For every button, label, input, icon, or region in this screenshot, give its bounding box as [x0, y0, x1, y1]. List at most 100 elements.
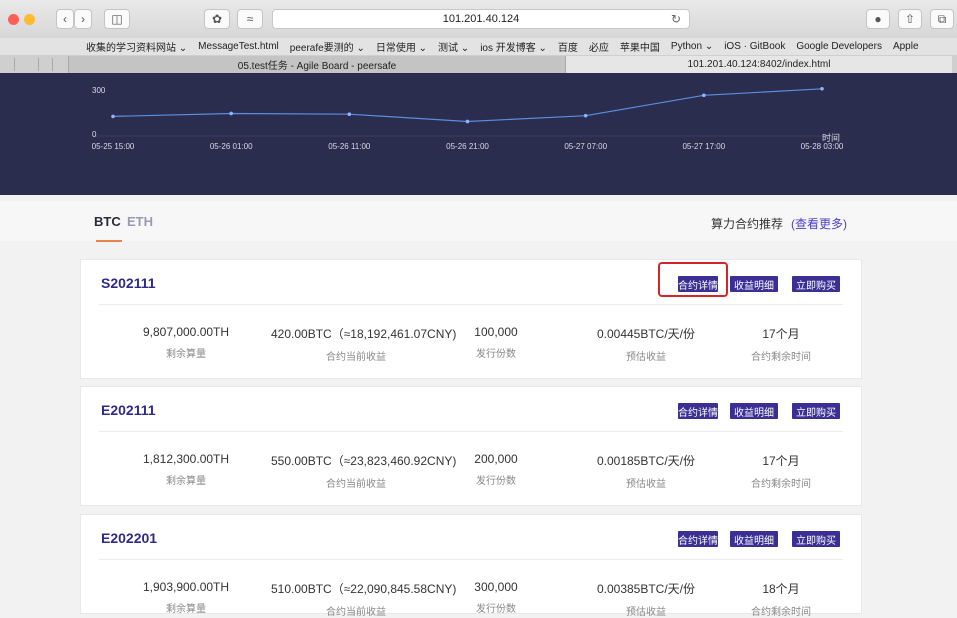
stat-label: 剩余算量: [166, 349, 206, 360]
stat-label: 发行份数: [476, 604, 516, 615]
data-point: [702, 93, 706, 98]
contract-id[interactable]: E202111: [101, 402, 156, 418]
bookmark-item[interactable]: Python ⌄: [671, 41, 713, 52]
stat-income: 550.00BTC（≈23,823,460.92CNY) 合约当前收益: [271, 452, 457, 490]
tab-bar: 05.test任务 - Agile Board - peersafe 101.2…: [0, 56, 957, 74]
contract-id[interactable]: S202111: [101, 275, 156, 291]
stat-value: 0.00445BTC/天/份: [596, 327, 696, 341]
data-point: [583, 113, 588, 118]
bookmark-item[interactable]: 日常使用 ⌄: [376, 39, 427, 54]
tab-btc[interactable]: BTC: [94, 214, 121, 229]
bookmark-item[interactable]: peerafe要测的 ⌄: [290, 39, 365, 54]
reload-icon[interactable]: ↻: [671, 12, 681, 26]
sidebar-icon[interactable]: ◫: [104, 9, 130, 29]
active-tab-indicator: [96, 240, 122, 242]
bookmark-item[interactable]: iOS · GitBook: [724, 41, 785, 52]
stat-value: 200,000: [474, 452, 518, 466]
x-tick-label: 05-27 07:00: [564, 142, 607, 151]
stat-remaining: 1,812,300.00TH 剩余算量: [136, 452, 236, 487]
card-divider: [99, 431, 843, 432]
tab-eth[interactable]: ETH: [127, 214, 153, 229]
view-more-link[interactable]: (查看更多): [791, 217, 847, 231]
stat-label: 发行份数: [476, 476, 516, 487]
stat-label: 合约当前收益: [326, 352, 386, 363]
stat-label: 剩余算量: [166, 476, 206, 487]
stat-value: 420.00BTC（≈18,192,461.07CNY): [271, 327, 457, 341]
contract-id[interactable]: E202201: [101, 530, 157, 546]
stat-value: 1,903,900.00TH: [142, 580, 230, 594]
hashrate-chart: 300 0 05-25 15:00 05-26 01:00 05-26 11:00 05-…: [0, 73, 957, 195]
contract-card: E202111 合约详情 收益明细 立即购买 1,812,300.00TH 剩余算量 …: [80, 386, 862, 506]
stat-label: 预估收益: [626, 607, 666, 618]
stat-issued: 100,000 发行份数: [466, 325, 526, 360]
reader-icon[interactable]: ≈: [237, 9, 263, 29]
data-point: [820, 86, 824, 91]
stat-value: 17个月: [762, 454, 800, 468]
stat-value: 1,812,300.00TH: [142, 452, 230, 466]
income-detail-button[interactable]: 收益明细: [730, 276, 778, 292]
buy-now-button[interactable]: 立即购买: [792, 531, 840, 547]
share-icon[interactable]: ⇧: [898, 9, 922, 29]
stat-value: 510.00BTC（≈22,090,845.58CNY): [271, 582, 457, 596]
bookmark-item[interactable]: 测试 ⌄: [438, 39, 469, 54]
coin-tab-bar: BTC ETH 算力合约推荐 (查看更多): [0, 201, 957, 242]
stat-label: 剩余算量: [166, 604, 206, 615]
forward-icon[interactable]: ›: [74, 9, 92, 29]
x-tick-label: 05-26 21:00: [446, 142, 489, 151]
buy-now-button[interactable]: 立即购买: [792, 403, 840, 419]
x-tick-label: 05-26 01:00: [210, 142, 253, 151]
bookmarks-bar: 收集的学习资料网站 ⌄ MessageTest.html peerafe要测的 …: [0, 38, 957, 56]
bookmark-item[interactable]: MessageTest.html: [198, 41, 279, 52]
stat-estimated: 0.00445BTC/天/份 预估收益: [591, 325, 701, 363]
y-tick-label: 300: [92, 86, 106, 95]
x-tick-label: 05-27 17:00: [682, 142, 725, 151]
income-detail-button[interactable]: 收益明细: [730, 403, 778, 419]
back-icon[interactable]: ‹: [56, 9, 74, 29]
series-line: [112, 88, 823, 123]
data-point: [347, 112, 352, 117]
data-point: [229, 111, 233, 116]
minimize-window-button[interactable]: [24, 14, 35, 25]
contract-detail-button[interactable]: 合约详情: [678, 276, 718, 292]
tab-agile-board[interactable]: 05.test任务 - Agile Board - peersafe: [68, 56, 566, 73]
income-detail-button[interactable]: 收益明细: [730, 531, 778, 547]
stat-value: 0.00185BTC/天/份: [596, 454, 696, 468]
stat-time: 18个月 合约剩余时间: [746, 580, 816, 618]
stat-label: 合约当前收益: [326, 479, 386, 490]
contract-detail-button[interactable]: 合约详情: [678, 403, 718, 419]
stat-issued: 200,000 发行份数: [466, 452, 526, 487]
stat-income: 420.00BTC（≈18,192,461.07CNY) 合约当前收益: [271, 325, 457, 363]
stat-label: 发行份数: [476, 349, 516, 360]
bookmark-item[interactable]: 苹果中国: [620, 39, 660, 54]
tabs-overview-icon[interactable]: ⧉: [930, 9, 954, 29]
address-bar[interactable]: 101.201.40.124 ↻: [272, 9, 690, 29]
buy-now-button[interactable]: 立即购买: [792, 276, 840, 292]
extension-icon[interactable]: ✿: [204, 9, 230, 29]
stat-issued: 300,000 发行份数: [466, 580, 526, 615]
tab-index[interactable]: 101.201.40.124:8402/index.html: [566, 56, 952, 73]
close-window-button[interactable]: [8, 14, 19, 25]
contract-detail-button[interactable]: 合约详情: [678, 531, 718, 547]
stat-value: 300,000: [474, 580, 518, 594]
stat-value: 550.00BTC（≈23,823,460.92CNY): [271, 454, 457, 468]
stat-estimated: 0.00185BTC/天/份 预估收益: [591, 452, 701, 490]
bookmark-item[interactable]: 收集的学习资料网站 ⌄: [86, 39, 187, 54]
chart-svg: 300 0 05-25 15:00 05-26 01:00 05-26 11:00 05-…: [92, 86, 844, 151]
stat-value: 0.00385BTC/天/份: [596, 582, 696, 596]
stat-label: 合约剩余时间: [751, 607, 811, 618]
bookmark-item[interactable]: ios 开发博客 ⌄: [480, 39, 547, 54]
download-icon[interactable]: ●: [866, 9, 890, 29]
card-divider: [99, 559, 843, 560]
stat-income: 510.00BTC（≈22,090,845.58CNY) 合约当前收益: [271, 580, 457, 618]
bookmark-item[interactable]: Google Developers: [796, 41, 882, 52]
bookmark-item[interactable]: 必应: [589, 39, 609, 54]
recommend-label: 算力合约推荐: [710, 217, 783, 231]
main-content: BTC ETH 算力合约推荐 (查看更多) S202111 合约详情 收益明细 立即购买…: [0, 195, 957, 618]
bookmark-item[interactable]: Apple: [893, 41, 919, 52]
x-tick-label: 05-25 15:00: [92, 142, 135, 151]
url-text: 101.201.40.124: [442, 13, 520, 25]
bookmark-item[interactable]: 百度: [558, 39, 578, 54]
stat-label: 合约剩余时间: [751, 479, 811, 490]
stat-time: 17个月 合约剩余时间: [746, 325, 816, 363]
stat-value: 18个月: [762, 582, 800, 596]
